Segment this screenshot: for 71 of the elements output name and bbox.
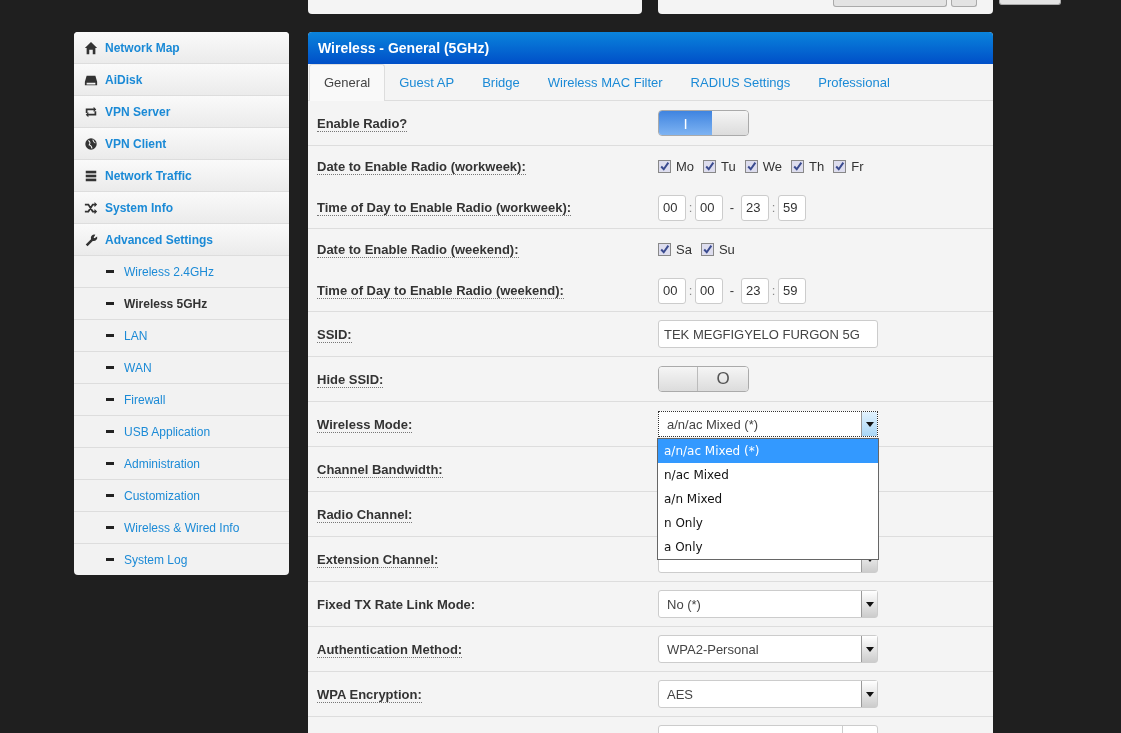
sidebar-subitem[interactable]: Wireless & Wired Info (74, 512, 289, 544)
field-label: Time of Day to Enable Radio (workweek): (317, 200, 572, 216)
field-label: Time of Day to Enable Radio (weekend): (317, 283, 564, 299)
colon-text: : (687, 283, 694, 298)
tab[interactable]: General (309, 64, 386, 101)
colon-text: : (770, 200, 777, 215)
toggle-switch[interactable]: I (658, 110, 749, 136)
sidebar-subitem[interactable]: Firewall (74, 384, 289, 416)
sidebar-subitem[interactable]: System Log (74, 544, 289, 575)
minute-field[interactable]: 59 (778, 194, 806, 221)
sidebar-subitem[interactable]: WAN (74, 352, 289, 384)
sidebar-subitem[interactable]: Administration (74, 448, 289, 480)
tab[interactable]: Wireless MAC Filter (533, 65, 677, 100)
sidebar-subitem[interactable]: USB Application (74, 416, 289, 448)
field-label: Authentication Method: (317, 641, 463, 658)
field-label: Wireless Mode: (317, 416, 413, 433)
field-label: Fixed TX Rate Link Mode: (317, 596, 476, 612)
field-label: Radio Channel: (317, 506, 413, 523)
dash-text: - (728, 283, 736, 298)
sidebar-item[interactable]: VPN Server (74, 96, 289, 128)
hour-field[interactable]: 23 (741, 194, 769, 221)
toggle-switch[interactable]: O (658, 366, 749, 392)
sidebar-item[interactable]: Network Map (74, 32, 289, 64)
tab[interactable]: Bridge (468, 65, 534, 100)
sidebar-subitem[interactable]: Customization (74, 480, 289, 512)
field-label: Extension Channel: (317, 551, 439, 568)
field-label: WPA Encryption: (317, 686, 422, 703)
checkbox-label: Sa (676, 242, 692, 257)
dropdown-option[interactable]: n Only (658, 511, 878, 535)
field-label: SSID: (317, 326, 352, 343)
field-label: Channel Bandwidth: (317, 461, 443, 478)
sidebar-item[interactable]: AiDisk (74, 64, 289, 96)
dropdown[interactable]: AES (658, 680, 878, 708)
sidebar-subitem[interactable]: Wireless 2.4GHz (74, 256, 289, 288)
checkbox-label: We (762, 159, 783, 174)
tab[interactable]: RADIUS Settings (676, 65, 805, 100)
sidebar-item[interactable]: Network Traffic (74, 160, 289, 192)
dropdown[interactable]: a/n/ac Mixed (*) (658, 411, 878, 437)
sidebar-subitem[interactable]: Wireless 5GHz (74, 288, 289, 320)
field-label: Date to Enable Radio (workweek): (317, 159, 526, 175)
tab[interactable]: Professional (804, 65, 904, 100)
sidebar-item[interactable]: Advanced Settings (74, 224, 289, 256)
checkbox-label: Fr (851, 159, 864, 174)
tab[interactable]: Guest AP (385, 65, 469, 100)
field-label: Hide SSID: (317, 371, 384, 388)
hour-field[interactable]: 23 (741, 277, 769, 304)
sidebar-item[interactable]: VPN Client (74, 128, 289, 160)
field-label: Date to Enable Radio (weekend): (317, 242, 519, 258)
dropdown-option[interactable]: n/ac Mixed (658, 463, 878, 487)
hour-field[interactable]: 00 (658, 277, 686, 304)
dropdown[interactable]: No (*) (658, 590, 878, 618)
hour-field[interactable]: 00 (658, 194, 686, 221)
dropdown-option[interactable]: a/n Mixed (658, 487, 878, 511)
checkbox-label: Tu (721, 159, 736, 174)
dash-text: - (728, 200, 736, 215)
sidebar-subitem[interactable]: LAN (74, 320, 289, 352)
dropdown-option[interactable]: a/n/ac Mixed (*) (658, 439, 878, 463)
colon-text: : (687, 200, 694, 215)
panel-header: Wireless - General (5GHz) (308, 32, 993, 64)
checkbox-label: Su (718, 242, 735, 257)
dropdown-option[interactable]: a Only (658, 535, 878, 559)
colon-text: : (770, 283, 777, 298)
minute-field[interactable]: 00 (695, 194, 723, 221)
sidebar-item[interactable]: System Info (74, 192, 289, 224)
ssid-field[interactable]: TEK MEGFIGYELO FURGON 5G (658, 320, 878, 348)
dropdown[interactable]: WPA2-Personal (658, 635, 878, 663)
checkbox-label: Th (809, 159, 825, 174)
minute-field[interactable]: 59 (778, 277, 806, 304)
field-label: Enable Radio? (317, 115, 408, 132)
minute-field[interactable]: 00 (695, 277, 723, 304)
checkbox-label: Mo (676, 159, 695, 174)
